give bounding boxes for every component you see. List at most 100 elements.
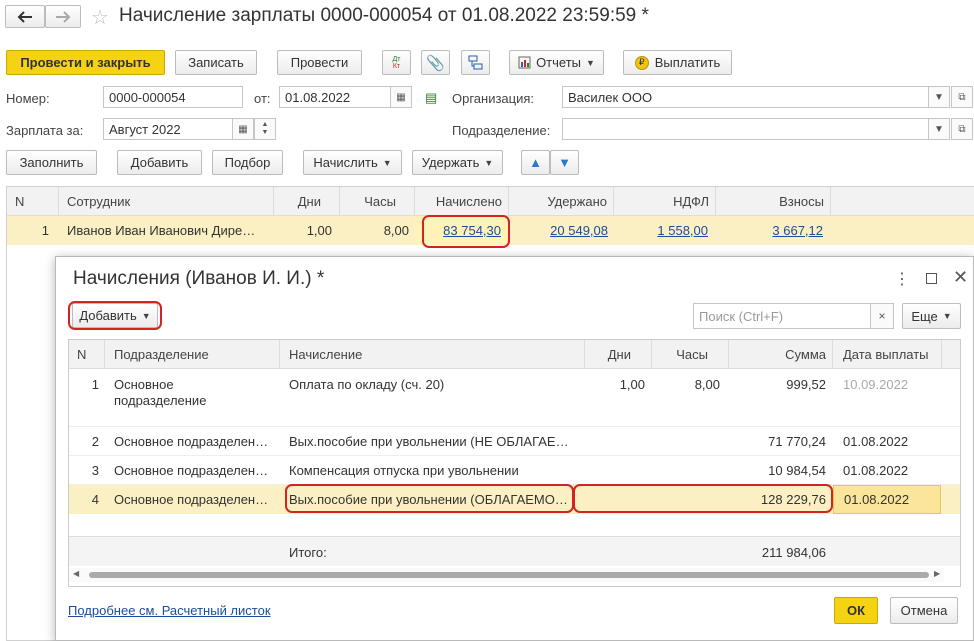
clear-search-icon[interactable]: × — [870, 303, 894, 329]
col-days: Дни — [274, 187, 340, 216]
date-field[interactable]: 01.08.2022 — [279, 86, 391, 108]
select-button[interactable]: Подбор — [212, 150, 283, 175]
chevron-down-icon: ▼ — [484, 157, 494, 168]
table-row[interactable]: 3 Основное подразделен… Компенсация отпу… — [69, 456, 960, 485]
chevron-down-icon: ▼ — [382, 157, 392, 168]
structure-button[interactable] — [461, 50, 490, 75]
accruals-table: N Подразделение Начисление Дни Часы Сумм… — [68, 339, 961, 587]
back-button[interactable] — [5, 5, 45, 28]
dt-kt-button[interactable]: Дт Кт — [382, 50, 411, 75]
row-pay-date: 10.09.2022 — [843, 376, 909, 392]
maximize-icon[interactable] — [926, 273, 937, 284]
chevron-down-icon: ▼ — [586, 57, 595, 68]
window-title: Начисление зарплаты 0000-000054 от 01.08… — [119, 5, 649, 26]
contributions-link[interactable]: 3 667,12 — [716, 216, 831, 245]
row-hours: 8,00 — [383, 223, 409, 238]
total-row: Итого: 211 984,06 — [69, 536, 960, 566]
cancel-button[interactable]: Отмена — [890, 597, 958, 624]
report-icon — [518, 56, 531, 69]
post-and-close-button[interactable]: Провести и закрыть — [6, 50, 165, 75]
open-icon[interactable]: ⧉ — [951, 118, 973, 140]
table-row[interactable]: 2 Основное подразделен… Вых.пособие при … — [69, 427, 960, 456]
col-accrual: Начисление — [280, 340, 585, 369]
accrue-button[interactable]: Начислить ▼ — [303, 150, 402, 175]
more-label: Еще — [911, 308, 938, 324]
number-field[interactable]: 0000-000054 — [103, 86, 243, 108]
scroll-right-icon[interactable]: ▶ — [934, 569, 940, 578]
scroll-thumb[interactable] — [89, 572, 929, 578]
add-button[interactable]: Добавить — [117, 150, 202, 175]
add-highlight — [68, 301, 162, 330]
col-ndfl: НДФЛ — [614, 187, 716, 216]
chevron-down-icon[interactable]: ▼ — [928, 86, 950, 108]
accrual-highlight — [285, 484, 574, 513]
date-label: от: — [254, 91, 271, 106]
calendar-icon[interactable]: ▦ — [232, 118, 254, 140]
fill-button[interactable]: Заполнить — [6, 150, 97, 175]
row-department-line2: подразделение — [114, 392, 207, 408]
withhold-button[interactable]: Удержать ▼ — [412, 150, 503, 175]
move-down-button[interactable]: ▼ — [550, 150, 579, 175]
forward-button[interactable] — [45, 5, 81, 28]
month-stepper[interactable]: ▲ ▼ — [254, 118, 276, 140]
col-n: N — [69, 340, 105, 369]
col-withheld: Удержано — [509, 187, 614, 216]
close-icon[interactable]: ✕ — [953, 267, 968, 288]
favorite-star-icon[interactable]: ☆ — [91, 5, 109, 30]
structure-icon — [468, 55, 483, 70]
row-days: 1,00 — [306, 223, 332, 238]
col-pay-date: Дата выплаты — [833, 340, 942, 369]
post-button[interactable]: Провести — [277, 50, 362, 75]
row-pay-date: 01.08.2022 — [843, 463, 909, 478]
reports-label: Отчеты — [536, 55, 581, 70]
row-department: Основное подразделен… — [114, 492, 269, 507]
pay-button[interactable]: ₽ Выплатить — [623, 50, 732, 75]
department-field[interactable] — [562, 118, 929, 140]
row-accrual: Оплата по окладу (сч. 20) — [289, 376, 445, 392]
col-accrued: Начислено — [415, 187, 509, 216]
organization-field[interactable]: Василек ООО — [562, 86, 929, 108]
reports-button[interactable]: Отчеты ▼ — [509, 50, 604, 75]
ok-button[interactable]: ОК — [834, 597, 878, 624]
move-up-button[interactable]: ▲ — [521, 150, 550, 175]
row-pay-date[interactable]: 01.08.2022 — [833, 485, 941, 514]
open-icon[interactable]: ⧉ — [951, 86, 973, 108]
arrow-up-icon: ▲ — [529, 155, 542, 170]
row-n: 1 — [91, 376, 99, 392]
chevron-down-icon[interactable]: ▼ — [928, 118, 950, 140]
accrue-label: Начислить — [313, 155, 378, 170]
row-days: 1,00 — [619, 376, 645, 392]
search-input[interactable]: Поиск (Ctrl+F) — [693, 303, 871, 329]
row-accrual: Вых.пособие при увольнении (НЕ ОБЛАГАЕ… — [289, 434, 569, 449]
col-hours: Часы — [340, 187, 415, 216]
col-department: Подразделение — [105, 340, 280, 369]
row-employee: Иванов Иван Иванович Дире… — [67, 223, 256, 238]
horizontal-scrollbar[interactable]: ◀ ▶ — [69, 568, 944, 582]
row-n: 2 — [91, 434, 99, 449]
more-button[interactable]: Еще ▼ — [902, 303, 961, 329]
col-n: N — [7, 187, 59, 216]
row-sum: 10 984,54 — [768, 463, 826, 478]
organization-label: Организация: — [452, 91, 535, 106]
attach-button[interactable]: 📎 — [421, 50, 450, 75]
withheld-link[interactable]: 20 549,08 — [509, 216, 614, 245]
row-sum: 71 770,24 — [768, 434, 826, 449]
dialog-title: Начисления (Иванов И. И.) * — [73, 268, 325, 289]
scroll-left-icon[interactable]: ◀ — [73, 569, 79, 578]
table-row[interactable]: 1 Основное подразделение Оплата по оклад… — [69, 369, 960, 427]
pay-label: Выплатить — [654, 55, 721, 70]
row-n: 1 — [41, 223, 49, 238]
payslip-link[interactable]: Подробнее см. Расчетный листок — [68, 603, 271, 618]
more-options-icon[interactable]: ⋮ — [894, 269, 910, 289]
salary-for-label: Зарплата за: — [6, 123, 84, 138]
calendar-icon[interactable]: ▦ — [390, 86, 412, 108]
salary-month-field[interactable]: Август 2022 — [103, 118, 233, 140]
main-table-header: N Сотрудник Дни Часы Начислено Удержано … — [7, 187, 974, 216]
total-sum: 211 984,06 — [761, 544, 826, 560]
arrow-down-icon: ▼ — [558, 155, 571, 170]
paperclip-icon: 📎 — [426, 54, 445, 72]
ndfl-link[interactable]: 1 558,00 — [614, 216, 716, 245]
save-button[interactable]: Записать — [175, 50, 257, 75]
row-hours: 8,00 — [694, 376, 720, 392]
total-label: Итого: — [289, 544, 327, 560]
